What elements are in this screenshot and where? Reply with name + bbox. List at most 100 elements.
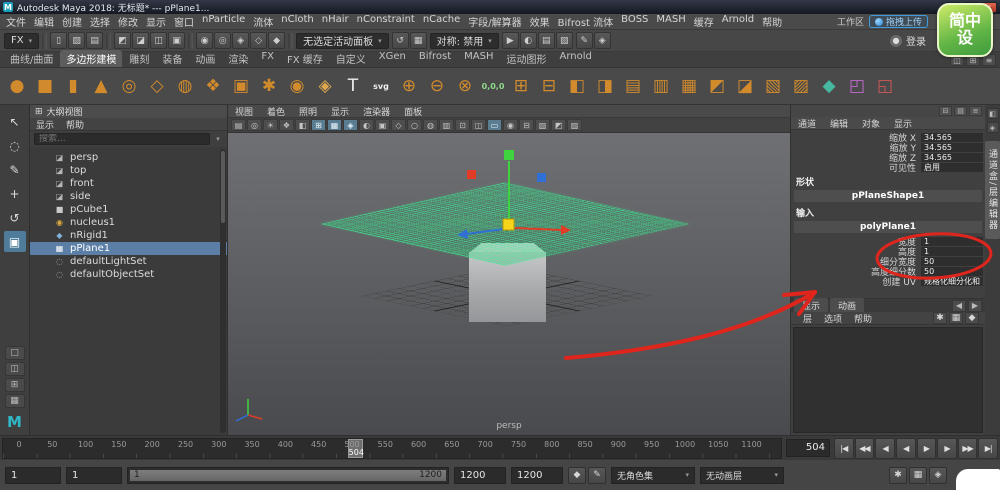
layout-four-pane[interactable]: ⊞ — [4, 378, 25, 392]
shelf-tab-自定义[interactable]: 自定义 — [330, 50, 372, 67]
shelf-tab-装备[interactable]: 装备 — [156, 50, 188, 67]
attribute-value[interactable]: 规格化细分化和 — [921, 276, 983, 286]
scrollbar-thumb[interactable] — [221, 151, 225, 223]
gate-mask-icon[interactable]: ▣ — [375, 119, 390, 131]
move-tool[interactable]: + — [4, 183, 26, 204]
safe-title-icon[interactable]: ◍ — [423, 119, 438, 131]
shelf-icon-mirror[interactable]: ◩ — [703, 71, 731, 102]
motion-blur-icon[interactable]: ▧ — [535, 119, 550, 131]
attribute-value[interactable]: 1 — [921, 236, 983, 246]
search-filter-icon[interactable]: ▾ — [213, 135, 223, 143]
animation-start-field[interactable]: 1 — [5, 466, 61, 484]
viewport-menu-照明[interactable]: 照明 — [292, 105, 324, 118]
shelf-icon-poly-pipe[interactable]: ▣ — [227, 71, 255, 102]
paint-effects-icon[interactable]: ✎ — [575, 32, 593, 49]
shelf-icon-poly-sphere[interactable]: ● — [3, 71, 31, 102]
attribute-value[interactable]: 50 — [921, 256, 983, 266]
select-tool[interactable]: ↖ — [4, 111, 26, 132]
bookmarks-icon[interactable]: ❖ — [279, 119, 294, 131]
layout-outliner[interactable]: ▦ — [4, 394, 25, 408]
viewport-menu-视图[interactable]: 视图 — [228, 105, 260, 118]
channel-box-dock-tab[interactable]: 通道盒/层编辑器 — [985, 141, 1000, 240]
playback-start-field[interactable]: 1 — [66, 466, 122, 484]
menu-效果[interactable]: 效果 — [526, 14, 554, 29]
outliner-menu-help[interactable]: 帮助 — [60, 118, 90, 131]
multisample-aa-icon[interactable]: ◩ — [551, 119, 566, 131]
film-gate-icon[interactable]: ◈ — [343, 119, 358, 131]
shelf-tab-FX 缓存[interactable]: FX 缓存 — [281, 50, 329, 67]
outliner-item-defaultLightSet[interactable]: ◌ defaultLightSet — [30, 255, 227, 268]
menu-nCache[interactable]: nCache — [419, 14, 464, 29]
attribute-value[interactable]: 34.565 — [921, 142, 983, 152]
attribute-editor-toggle-icon[interactable]: ⊟ — [939, 106, 952, 116]
shelf-icon-poly-disc[interactable]: ◍ — [171, 71, 199, 102]
shelf-icon-extrude[interactable]: ◧ — [563, 71, 591, 102]
construction-history-icon[interactable]: ↺ — [391, 32, 409, 49]
outliner-item-nRigid1[interactable]: ◆ nRigid1 — [30, 229, 227, 242]
animation-end-field[interactable]: 1200 — [511, 466, 563, 484]
paint-select-tool[interactable]: ✎ — [4, 159, 26, 180]
outliner-scrollbar[interactable] — [220, 149, 226, 433]
safe-action-icon[interactable]: ○ — [407, 119, 422, 131]
grid-toggle-icon[interactable]: ▦ — [327, 119, 342, 131]
viewport-menu-面板[interactable]: 面板 — [397, 105, 429, 118]
shelf-icon-boolean-difference[interactable]: ⊖ — [423, 71, 451, 102]
character-set-dropdown[interactable]: 无角色集 — [611, 466, 695, 484]
shape-node-name[interactable]: pPlaneShape1 — [794, 190, 982, 202]
statusline-separator[interactable] — [188, 32, 194, 49]
layout-single[interactable]: □ — [4, 346, 25, 360]
menu-编辑[interactable]: 编辑 — [30, 14, 58, 29]
shelf-icon-multi-cut[interactable]: ▥ — [647, 71, 675, 102]
playback-speed-icon[interactable]: ▦ — [909, 466, 927, 484]
outliner-item-nucleus1[interactable]: ◉ nucleus1 — [30, 216, 227, 229]
outliner-item-persp[interactable]: ◪ persp — [30, 151, 227, 164]
attribute-value[interactable]: 1 — [921, 246, 983, 256]
menu-Bifrost 流体[interactable]: Bifrost 流体 — [554, 14, 617, 29]
shelf-icon-poly-cube[interactable]: ■ — [31, 71, 59, 102]
shelf-icon-quad-draw[interactable]: ▦ — [675, 71, 703, 102]
shelf-tab-运动图形[interactable]: 运动图形 — [501, 50, 553, 67]
select-camera-icon[interactable]: ▤ — [231, 119, 246, 131]
shelf-icon-poly-gear[interactable]: ◉ — [283, 71, 311, 102]
x-plane-handle[interactable] — [467, 170, 476, 179]
dock-icon[interactable]: ◧ — [986, 108, 999, 119]
anim-layer-dropdown[interactable]: 无动画层 — [700, 466, 784, 484]
next-layer-tab-icon[interactable]: ▶ — [968, 299, 982, 312]
camera-attributes-icon[interactable]: ☀ — [263, 119, 278, 131]
shelf-tab-曲线/曲面[interactable]: 曲线/曲面 — [4, 50, 59, 67]
shadows-icon[interactable]: ◉ — [503, 119, 518, 131]
symmetry-dropdown[interactable]: 对称: 禁用 — [429, 32, 499, 49]
viewport-menu-显示[interactable]: 显示 — [324, 105, 356, 118]
go-to-start-button[interactable]: |◀ — [834, 438, 854, 459]
resolution-gate-icon[interactable]: ◐ — [359, 119, 374, 131]
range-slider-track[interactable]: 1 1200 — [127, 466, 449, 484]
layer-list-area[interactable] — [793, 327, 983, 433]
ambient-occlusion-icon[interactable]: ⊟ — [519, 119, 534, 131]
workspace-label[interactable]: 工作区 — [837, 15, 864, 28]
outliner-item-pCube1[interactable]: ■ pCube1 — [30, 203, 227, 216]
viewport-menu-渲染器[interactable]: 渲染器 — [356, 105, 397, 118]
highlight-mode-icon[interactable]: ▣ — [168, 32, 186, 49]
shelf-icon-boolean-intersection[interactable]: ⊗ — [451, 71, 479, 102]
shelf-icon-type-tool[interactable]: T — [339, 71, 367, 102]
shelf-icon-poly-helix[interactable]: ✱ — [255, 71, 283, 102]
shelf-icon-project-curve[interactable]: ◰ — [843, 71, 871, 102]
shelf-tab-MASH[interactable]: MASH — [458, 50, 499, 67]
shelf-icon-align[interactable]: ◱ — [871, 71, 899, 102]
shelf-icon-target-weld[interactable]: ◆ — [815, 71, 843, 102]
field-chart-icon[interactable]: ◇ — [391, 119, 406, 131]
layer-menu-层[interactable]: 层 — [797, 312, 818, 325]
outliner-item-defaultObjectSet[interactable]: ◌ defaultObjectSet — [30, 268, 227, 281]
shelf-icon-poly-cone[interactable]: ▲ — [87, 71, 115, 102]
channelbox-menu-通道[interactable]: 通道 — [791, 117, 823, 130]
channelbox-menu-显示[interactable]: 显示 — [887, 117, 919, 130]
shelf-tab-XGen[interactable]: XGen — [373, 50, 412, 67]
open-scene-icon[interactable]: ▨ — [68, 32, 86, 49]
login-button[interactable]: ● 登录 — [890, 33, 926, 48]
channelbox-menu-编辑[interactable]: 编辑 — [823, 117, 855, 130]
shelf-icon-bridge[interactable]: ▤ — [619, 71, 647, 102]
shelf-icon-snap-to-origin[interactable]: 0,0,0 — [479, 71, 507, 102]
viewport-menu-着色[interactable]: 着色 — [260, 105, 292, 118]
z-plane-handle[interactable] — [537, 173, 546, 182]
statusline-separator[interactable] — [42, 32, 48, 49]
